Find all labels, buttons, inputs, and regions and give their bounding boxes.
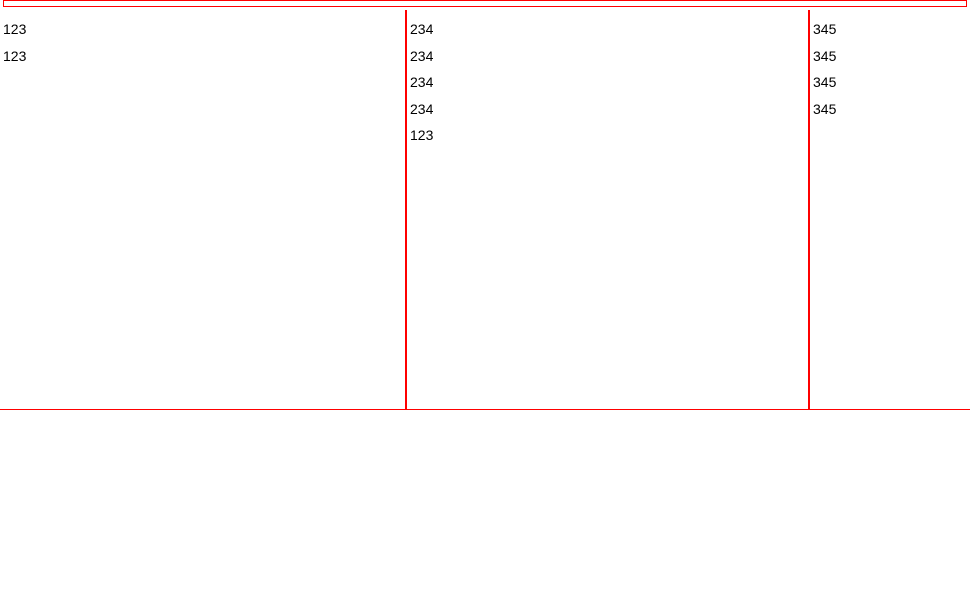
list-item: 234	[410, 43, 805, 70]
list-item: 234	[410, 69, 805, 96]
list-item: 345	[813, 16, 967, 43]
list-item: 345	[813, 69, 967, 96]
list-item: 345	[813, 43, 967, 70]
list-item: 234	[410, 96, 805, 123]
list-item: 234	[410, 16, 805, 43]
list-item: 123	[3, 43, 402, 70]
list-item: 123	[3, 16, 402, 43]
top-bar	[3, 0, 967, 7]
column-2: 234 234 234 234 123	[405, 10, 810, 409]
list-item: 345	[813, 96, 967, 123]
column-1: 123 123	[0, 10, 405, 409]
column-3: 345 345 345 345	[810, 10, 970, 409]
column-container: 123 123 234 234 234 234 123 345 345 345 …	[0, 10, 970, 410]
list-item: 123	[410, 122, 805, 149]
